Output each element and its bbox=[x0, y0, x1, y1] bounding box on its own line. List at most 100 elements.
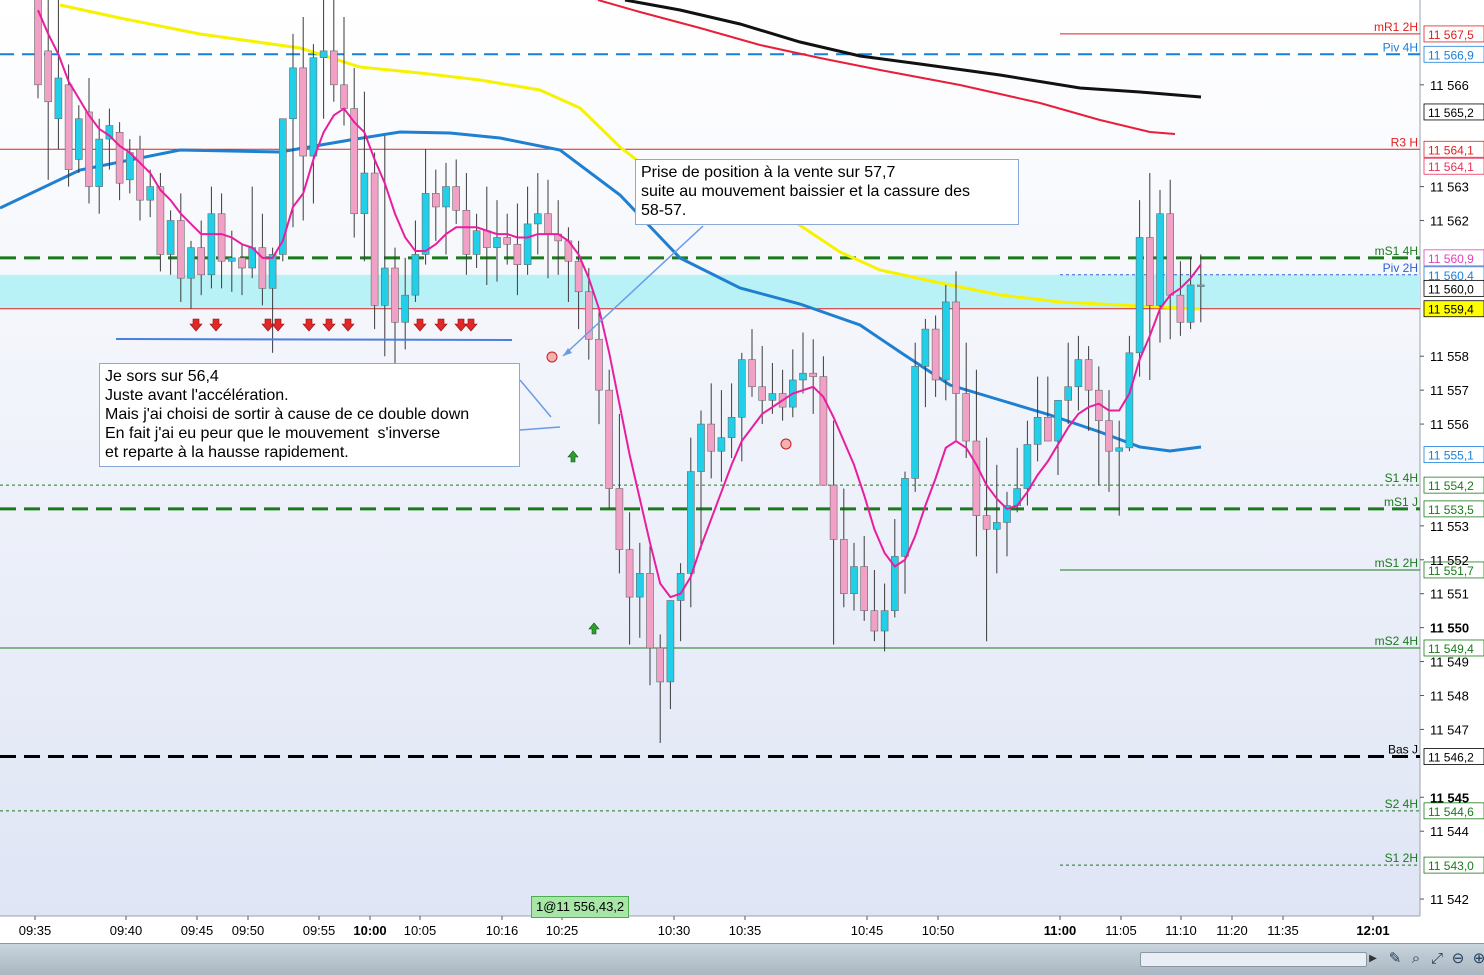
candle-body-103 bbox=[1084, 359, 1093, 391]
candle-body-27 bbox=[309, 57, 318, 157]
candle-body-4 bbox=[75, 118, 83, 160]
candle-body-30 bbox=[340, 84, 348, 109]
candle-body-110 bbox=[1156, 213, 1164, 306]
candle-body-98 bbox=[1033, 416, 1042, 445]
candle-body-76 bbox=[809, 372, 818, 377]
candle-body-18 bbox=[217, 213, 226, 262]
candle-body-93 bbox=[982, 515, 991, 530]
price-tag-9: 11 555,1 bbox=[1428, 449, 1474, 463]
x-tick-label-4: 09:55 bbox=[303, 923, 336, 938]
x-tick-label-16: 11:20 bbox=[1216, 923, 1248, 938]
scrollbar[interactable] bbox=[1140, 952, 1367, 967]
zoom-out-icon[interactable]: ⊖ bbox=[1447, 948, 1469, 970]
candle-body-41 bbox=[452, 186, 461, 211]
candle-body-106 bbox=[1115, 447, 1123, 452]
x-tick-label-13: 11:00 bbox=[1044, 923, 1077, 938]
level-label-10: S1 4H bbox=[1385, 471, 1418, 485]
entry-line-0: Prise de position à la vente sur 57,7 bbox=[641, 164, 896, 181]
candle-body-108 bbox=[1135, 237, 1144, 354]
trade-tag[interactable]: 1@11 556,43,2 bbox=[531, 896, 630, 918]
candle-body-112 bbox=[1176, 294, 1185, 323]
candle-body-38 bbox=[421, 193, 430, 255]
candle-body-42 bbox=[462, 210, 471, 255]
candle-body-61 bbox=[656, 647, 665, 683]
candle-body-22 bbox=[258, 247, 267, 289]
exit-annotation: Je sors sur 56,4 Juste avant l'accélérati… bbox=[99, 363, 520, 467]
entry-line-2: 58-57. bbox=[641, 202, 687, 219]
price-tag-11: 11 553,5 bbox=[1428, 503, 1474, 517]
price-tag-14: 11 546,2 bbox=[1428, 751, 1474, 765]
trade-marker-0 bbox=[546, 351, 558, 363]
y-tick-label-3: 11 558 bbox=[1430, 349, 1469, 364]
candle-body-43 bbox=[472, 230, 481, 255]
candle-body-77 bbox=[819, 376, 828, 486]
level-label-1: Piv 4H bbox=[1383, 40, 1418, 54]
zoom-fit-icon[interactable]: ⤢ bbox=[1426, 948, 1448, 970]
y-tick-label-13: 11 545 bbox=[1430, 790, 1469, 805]
level-label-3: R3 H bbox=[1391, 135, 1418, 149]
candle-body-107 bbox=[1125, 352, 1134, 449]
scroll-right-button[interactable]: ▶ bbox=[1367, 951, 1379, 966]
y-tick-label-8: 11 551 bbox=[1430, 587, 1469, 602]
x-tick-label-8: 10:25 bbox=[546, 923, 579, 938]
candle-body-50 bbox=[544, 213, 552, 235]
candle-body-57 bbox=[615, 488, 624, 550]
y-tick-label-0: 11 566 bbox=[1430, 78, 1469, 93]
candle-body-80 bbox=[850, 566, 858, 595]
candle-body-88 bbox=[931, 328, 940, 381]
candle-body-55 bbox=[595, 338, 603, 391]
candle-body-6 bbox=[95, 138, 103, 187]
candle-body-9 bbox=[126, 152, 134, 181]
candle-body-12 bbox=[156, 186, 165, 255]
entry-line-1: suite au mouvement baissier et la cassur… bbox=[641, 183, 971, 200]
y-tick-label-12: 11 547 bbox=[1430, 722, 1469, 737]
candle-body-72 bbox=[768, 393, 777, 401]
exit-line-2: Mais j'ai choisi de sortir à cause de ce… bbox=[105, 406, 470, 423]
y-tick-label-5: 11 556 bbox=[1430, 417, 1469, 432]
zoom-in-icon[interactable]: ⊕ bbox=[1468, 948, 1484, 970]
candle-body-102 bbox=[1074, 359, 1083, 388]
candle-body-26 bbox=[299, 67, 308, 157]
x-tick-label-0: 09:35 bbox=[19, 923, 52, 938]
candle-body-111 bbox=[1166, 213, 1174, 296]
candle-body-68 bbox=[727, 416, 736, 438]
candle-body-75 bbox=[799, 372, 807, 381]
candle-body-79 bbox=[839, 539, 848, 595]
price-chart[interactable]: mR1 2H 11 567,5 Piv 4H 11 566,9 11 565,2 R3 H… bbox=[0, 0, 1484, 943]
candle-body-14 bbox=[177, 220, 185, 279]
candle-body-48 bbox=[523, 223, 532, 265]
candle-body-47 bbox=[513, 243, 522, 265]
x-tick-label-6: 10:05 bbox=[404, 923, 437, 938]
price-tag-1: 11 566,9 bbox=[1428, 48, 1474, 62]
candle-body-92 bbox=[972, 440, 981, 516]
level-label-11: mS1 J bbox=[1384, 495, 1418, 509]
candle-body-17 bbox=[207, 213, 216, 276]
candle-body-90 bbox=[952, 301, 960, 394]
candle-body-114 bbox=[1197, 284, 1205, 287]
candle-body-32 bbox=[360, 172, 369, 215]
candle-body-58 bbox=[625, 549, 634, 598]
candle-body-37 bbox=[411, 254, 420, 296]
edit-icon[interactable]: ✎ bbox=[1384, 948, 1406, 970]
candle-body-69 bbox=[737, 359, 746, 418]
price-tag-8: 11 559,4 bbox=[1428, 303, 1474, 317]
y-tick-label-14: 11 544 bbox=[1430, 824, 1469, 839]
candle-body-109 bbox=[1146, 237, 1154, 306]
trade-marker-1 bbox=[780, 438, 792, 450]
candle-body-13 bbox=[166, 220, 175, 255]
search-icon[interactable]: ⌕ bbox=[1405, 948, 1427, 970]
candle-body-91 bbox=[962, 393, 971, 442]
support-baseline bbox=[115, 338, 513, 341]
candle-body-5 bbox=[85, 111, 93, 187]
entry-annotation: Prise de position à la vente sur 57,7 sui… bbox=[635, 159, 1019, 225]
y-tick-label-7: 11 552 bbox=[1430, 553, 1469, 568]
candle-body-83 bbox=[880, 610, 889, 632]
candle-body-100 bbox=[1054, 400, 1062, 442]
x-tick-label-14: 11:05 bbox=[1105, 923, 1137, 938]
candle-body-49 bbox=[533, 213, 542, 225]
candle-body-70 bbox=[748, 359, 756, 388]
candle-body-59 bbox=[635, 573, 644, 598]
candle-body-1 bbox=[44, 50, 53, 103]
candle-body-89 bbox=[941, 301, 950, 381]
y-tick-label-2: 11 562 bbox=[1430, 214, 1469, 229]
